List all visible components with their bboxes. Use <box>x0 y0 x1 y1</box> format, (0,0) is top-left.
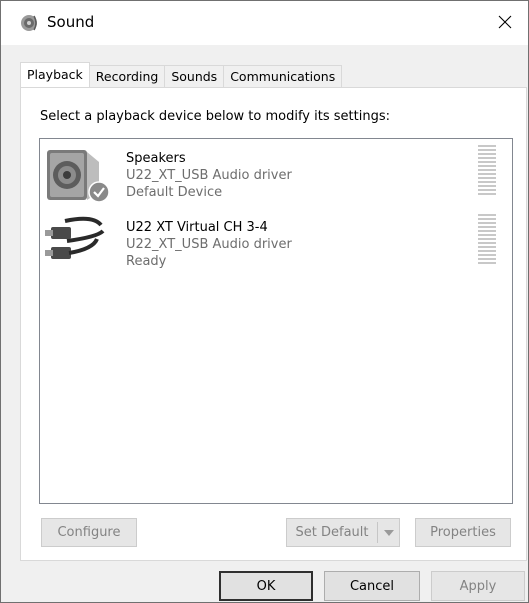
playback-panel: Select a playback device below to modify… <box>20 87 527 561</box>
ok-button[interactable]: OK <box>219 571 313 601</box>
tab-communications[interactable]: Communications <box>223 65 343 87</box>
set-default-button[interactable]: Set Default <box>286 518 400 547</box>
close-button[interactable] <box>482 1 528 45</box>
set-default-label: Set Default <box>295 525 369 540</box>
volume-meter <box>478 214 496 266</box>
title-bar: Sound <box>1 1 528 45</box>
volume-meter <box>478 145 496 197</box>
properties-button[interactable]: Properties <box>415 518 511 547</box>
sound-dialog: Sound Playback Recording Sounds Communic… <box>0 0 529 603</box>
device-list[interactable]: Speakers U22_XT_USB Audio driver Default… <box>39 138 513 504</box>
tab-recording[interactable]: Recording <box>88 65 166 87</box>
configure-button[interactable]: Configure <box>41 518 137 547</box>
list-item[interactable]: Speakers U22_XT_USB Audio driver Default… <box>40 141 512 207</box>
rca-cable-icon <box>45 211 111 277</box>
checkmark-icon <box>88 181 110 203</box>
window-title: Sound <box>47 13 95 31</box>
apply-button[interactable]: Apply <box>431 571 525 601</box>
device-name: Speakers <box>126 151 186 166</box>
tab-strip: Playback Recording Sounds Communications <box>20 62 343 87</box>
device-driver: U22_XT_USB Audio driver <box>126 237 292 252</box>
tab-playback[interactable]: Playback <box>20 62 90 87</box>
device-driver: U22_XT_USB Audio driver <box>126 168 292 183</box>
close-icon <box>498 15 512 32</box>
instruction-text: Select a playback device below to modify… <box>40 109 390 124</box>
device-status: Ready <box>126 254 167 269</box>
dropdown-arrow-icon[interactable] <box>377 522 399 543</box>
cancel-button[interactable]: Cancel <box>324 571 420 601</box>
tab-sounds[interactable]: Sounds <box>164 65 225 87</box>
device-name: U22 XT Virtual CH 3-4 <box>126 220 268 235</box>
device-status: Default Device <box>126 185 223 200</box>
list-item[interactable]: U22 XT Virtual CH 3-4 U22_XT_USB Audio d… <box>40 208 512 274</box>
speaker-icon <box>19 13 39 33</box>
